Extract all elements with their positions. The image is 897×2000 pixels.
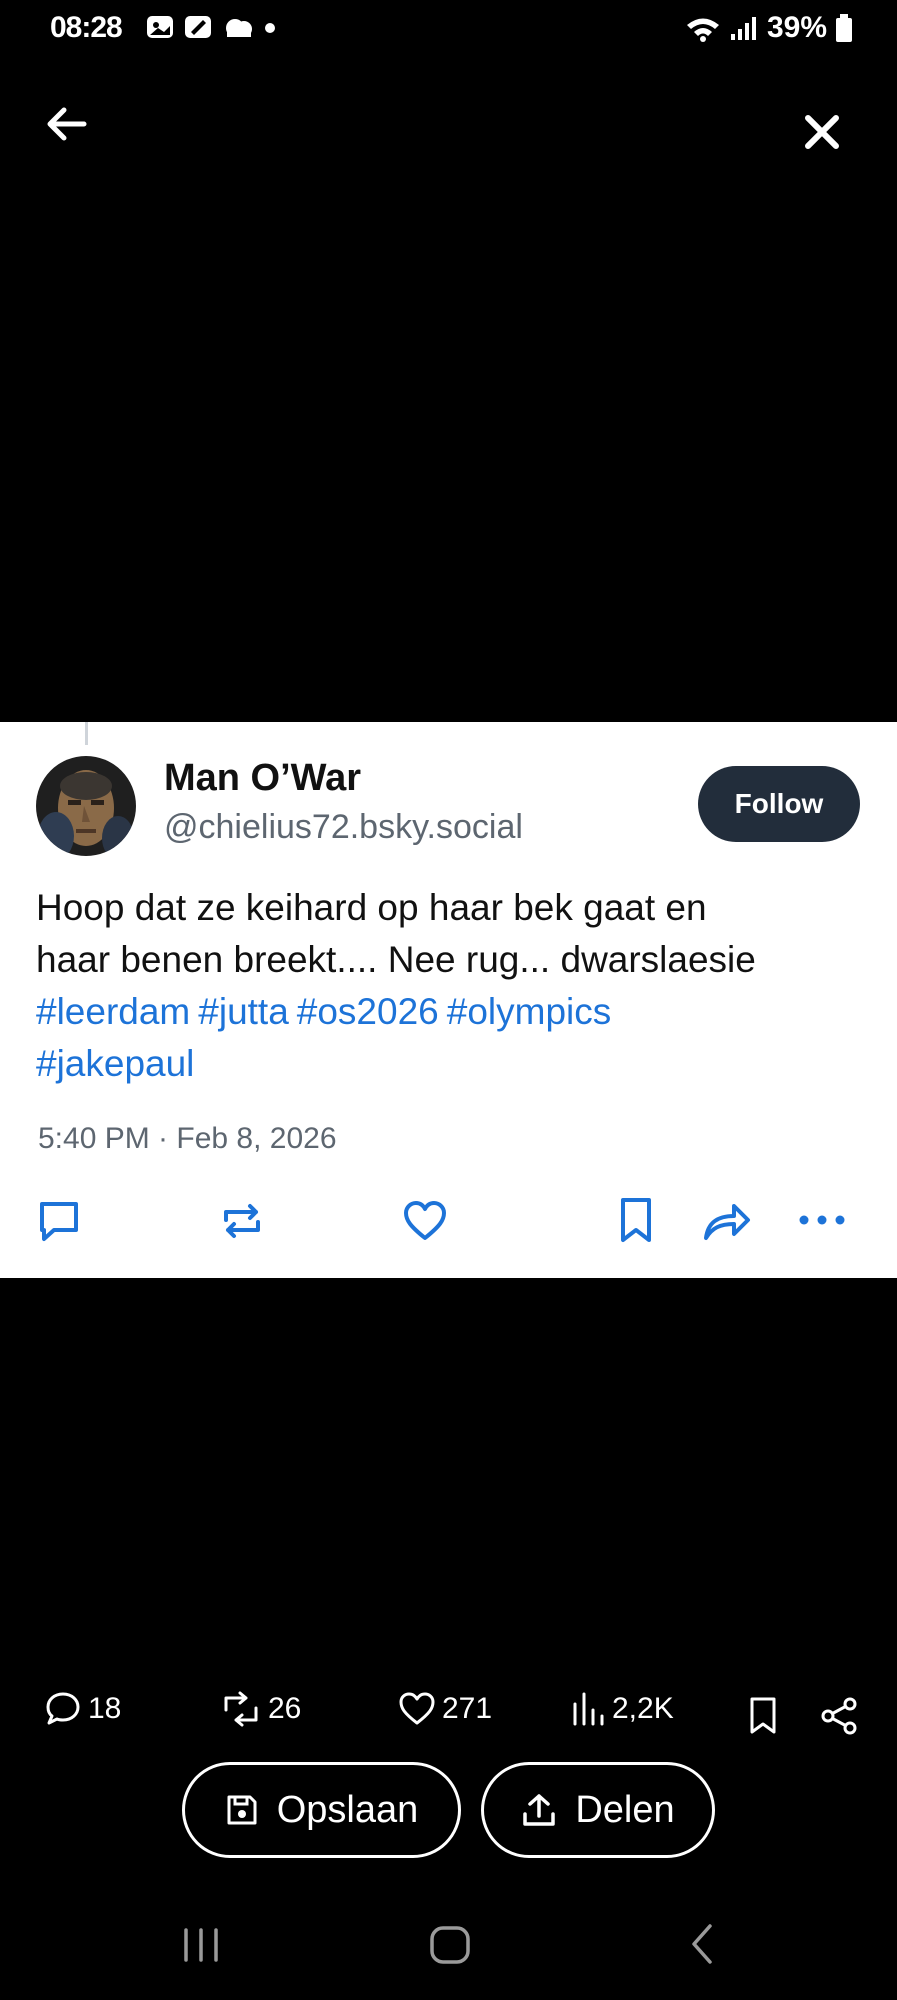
views-count-button[interactable]: 2,2K — [570, 1690, 674, 1728]
nav-back-icon[interactable] — [686, 1922, 718, 1966]
post-timestamp: 5:40 PM · Feb 8, 2026 — [38, 1122, 337, 1155]
status-right: 39% — [685, 11, 853, 45]
save-icon — [227, 1795, 257, 1825]
reply-icon — [46, 1692, 80, 1725]
back-arrow-icon — [47, 107, 87, 141]
views-icon — [573, 1692, 604, 1726]
repost-count: 26 — [268, 1692, 302, 1725]
save-label: Opslaan — [276, 1788, 419, 1831]
reply-count: 18 — [88, 1692, 122, 1725]
upload-icon — [523, 1794, 556, 1826]
repost-icon[interactable] — [218, 1198, 266, 1244]
reply-count-button[interactable]: 18 — [44, 1690, 121, 1728]
gallery-notification-icon — [147, 16, 173, 38]
share-network-icon[interactable] — [820, 1696, 858, 1736]
repost-icon — [224, 1691, 258, 1727]
stats-bar: 18 26 271 2,2K — [0, 1690, 897, 1746]
author-handle[interactable]: @chielius72.bsky.social — [164, 808, 523, 847]
wifi-icon — [686, 18, 719, 42]
follow-button[interactable]: Follow — [698, 766, 860, 842]
share-button[interactable]: Delen — [481, 1762, 715, 1858]
hashtag-link[interactable]: #os2026 — [297, 991, 439, 1032]
weather-notification-icon — [226, 19, 252, 37]
dot-icon — [265, 23, 275, 33]
hashtags: #leerdam #jutta #os2026 #olympics #jakepaul — [36, 986, 876, 1090]
home-icon[interactable] — [428, 1924, 472, 1966]
repost-count-button[interactable]: 26 — [220, 1690, 301, 1728]
battery-percent: 39% — [766, 11, 827, 44]
close-icon — [805, 115, 839, 149]
thread-line — [85, 722, 88, 745]
bookmark-icon[interactable] — [746, 1696, 780, 1736]
battery-icon — [836, 14, 852, 42]
heart-icon[interactable] — [402, 1198, 448, 1244]
like-count: 271 — [442, 1692, 493, 1725]
share-icon[interactable] — [702, 1198, 752, 1244]
share-label: Delen — [575, 1788, 675, 1831]
author-name[interactable]: Man O’War — [164, 757, 361, 800]
post-text-line: haar benen breekt.... Nee rug... dwarsla… — [36, 939, 756, 980]
notification-icons — [145, 14, 277, 40]
hashtag-link[interactable]: #jutta — [198, 991, 289, 1032]
status-bar: 08:28 39% — [0, 0, 897, 60]
views-count: 2,2K — [612, 1692, 674, 1725]
bookmark-icon[interactable] — [614, 1196, 658, 1244]
reply-icon[interactable] — [36, 1198, 82, 1244]
close-button[interactable] — [798, 108, 846, 156]
hashtag-link[interactable]: #leerdam — [36, 991, 190, 1032]
heart-icon — [399, 1692, 435, 1725]
post-body: Hoop dat ze keihard op haar bek gaat en … — [36, 882, 876, 1090]
save-button[interactable]: Opslaan — [182, 1762, 461, 1858]
post-text-line: Hoop dat ze keihard op haar bek gaat en — [36, 887, 707, 928]
edit-notification-icon — [185, 16, 211, 38]
like-count-button[interactable]: 271 — [398, 1690, 492, 1728]
more-icon[interactable] — [798, 1210, 846, 1230]
hashtag-link[interactable]: #olympics — [447, 991, 612, 1032]
status-time: 08:28 — [50, 11, 123, 44]
back-button[interactable] — [40, 100, 92, 148]
avatar-image — [36, 756, 136, 856]
signal-icon — [730, 17, 756, 40]
avatar[interactable] — [36, 756, 136, 856]
recent-apps-icon[interactable] — [180, 1926, 222, 1964]
hashtag-link[interactable]: #jakepaul — [36, 1043, 194, 1084]
